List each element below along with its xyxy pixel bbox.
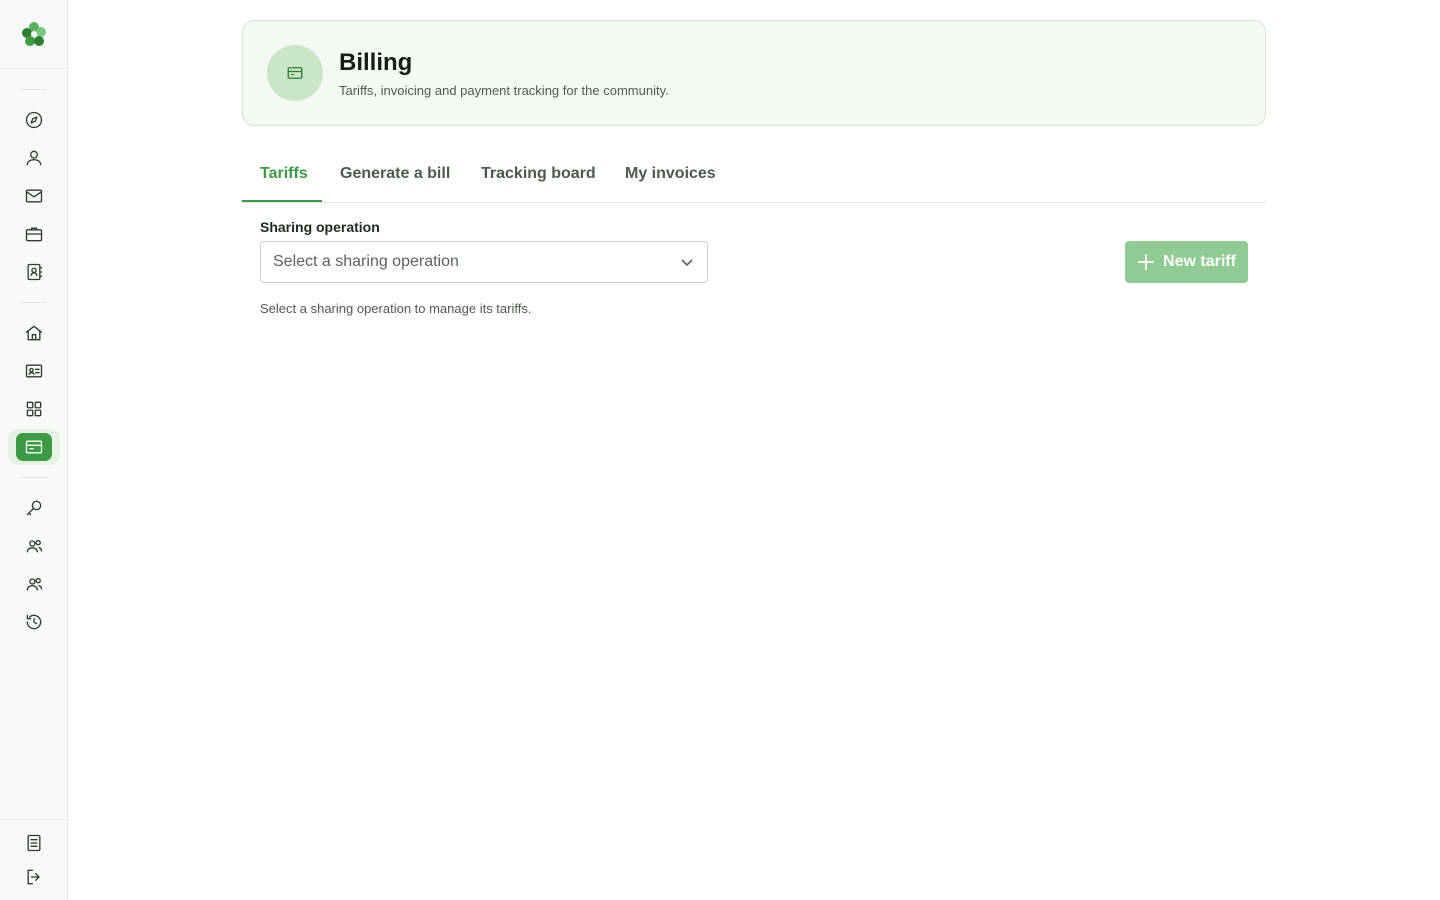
sidebar-item-teams[interactable]: [16, 568, 52, 600]
footer-divider: [0, 819, 67, 820]
tab-tariffs[interactable]: Tariffs: [260, 146, 308, 203]
sidebar-item-groups[interactable]: [16, 530, 52, 562]
page-subtitle: Tariffs, invoicing and payment tracking …: [339, 83, 669, 98]
nav-divider: [20, 89, 47, 90]
chevron-down-icon: [679, 254, 695, 270]
page-header: Billing Tariffs, invoicing and payment t…: [242, 20, 1266, 126]
clover-logo-icon[interactable]: [18, 18, 50, 50]
sidebar-item-history[interactable]: [16, 606, 52, 638]
sidebar: [0, 0, 68, 900]
sidebar-item-access[interactable]: [16, 492, 52, 524]
mail-icon: [25, 189, 43, 203]
history-icon: [26, 614, 42, 630]
nav-divider: [20, 477, 47, 478]
credit-card-icon: [287, 67, 303, 79]
page-title: Billing: [339, 49, 413, 76]
new-tariff-label: New tariff: [1163, 253, 1236, 270]
contacts-book-icon: [27, 263, 43, 281]
home-icon: [25, 325, 43, 341]
sidebar-item-billing[interactable]: [8, 429, 60, 465]
billing-header-icon: [267, 45, 323, 101]
tab-my-invoices[interactable]: My invoices: [625, 146, 716, 203]
user-icon: [26, 150, 42, 166]
sharing-operation-select[interactable]: Select a sharing operation: [260, 241, 708, 283]
sidebar-item-jobs[interactable]: [16, 218, 52, 250]
plus-icon: [1138, 254, 1155, 270]
active-pill: [16, 433, 52, 461]
sharing-operation-label: Sharing operation: [260, 219, 380, 235]
sidebar-item-contacts[interactable]: [16, 256, 52, 288]
sidebar-item-messages[interactable]: [16, 180, 52, 212]
billing-tabs: Tariffs Generate a bill Tracking board M…: [242, 146, 1266, 203]
users-group-icon: [26, 539, 43, 553]
sidebar-item-profile[interactable]: [16, 142, 52, 174]
select-placeholder: Select a sharing operation: [273, 253, 459, 270]
billing-card-icon: [25, 440, 43, 454]
id-card-icon: [25, 364, 43, 378]
nav-divider: [20, 302, 47, 303]
new-tariff-button[interactable]: New tariff: [1125, 241, 1248, 283]
compass-icon: [25, 111, 43, 129]
briefcase-icon: [25, 227, 43, 242]
logo-divider: [0, 68, 67, 69]
key-icon: [26, 500, 42, 516]
sidebar-item-home[interactable]: [16, 317, 52, 349]
sidebar-item-explore[interactable]: [16, 104, 52, 136]
sidebar-item-documentation[interactable]: [16, 827, 52, 859]
tab-tracking-board[interactable]: Tracking board: [481, 146, 596, 203]
users-group-alt-icon: [26, 577, 43, 591]
document-list-icon: [27, 834, 41, 852]
helper-text: Select a sharing operation to manage its…: [260, 301, 532, 316]
sidebar-item-logout[interactable]: [16, 861, 52, 893]
active-tab-underline: [242, 200, 322, 202]
main-content: Billing Tariffs, invoicing and payment t…: [242, 20, 1266, 316]
sidebar-item-members[interactable]: [16, 355, 52, 387]
sidebar-item-dashboard[interactable]: [16, 393, 52, 425]
logout-icon: [27, 869, 40, 885]
tab-generate-bill[interactable]: Generate a bill: [340, 146, 450, 203]
grid-icon: [26, 401, 42, 417]
